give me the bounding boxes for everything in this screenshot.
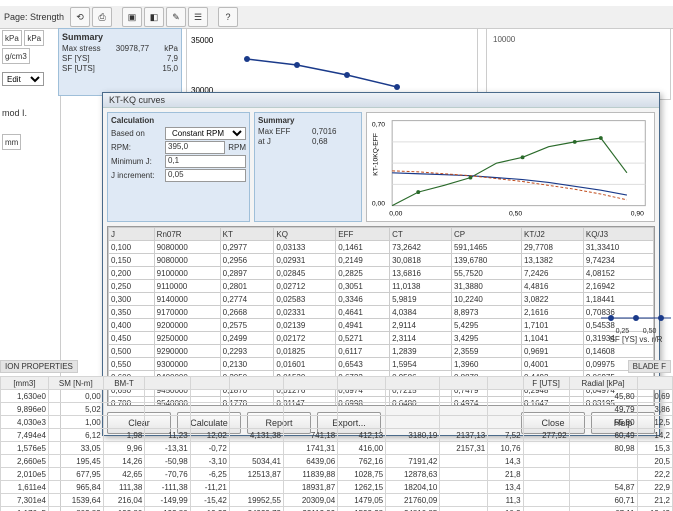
unit-selector-1[interactable]: kPa <box>2 30 22 46</box>
ktkq-chart: KT-10KQ-EFF 0,70 0,00 0,00 0,50 0,90 <box>366 112 655 222</box>
svg-text:KT-10KQ-EFF: KT-10KQ-EFF <box>373 133 380 176</box>
table-row[interactable]: 1,611e4965,84111,38-111,38-11,2118931,87… <box>1 481 673 494</box>
table-row[interactable]: 0,15090800000,29560,029310,214930,081813… <box>109 254 654 267</box>
table-header: Rn07R <box>154 228 220 241</box>
toolbar-button-6[interactable]: ☰ <box>188 7 208 27</box>
svg-text:0,90: 0,90 <box>631 210 644 217</box>
table-header: KQ <box>274 228 336 241</box>
rpm-input[interactable]: 395,0 <box>165 141 225 154</box>
table-row[interactable]: 0,40092000000,25750,021390,49412,91145,4… <box>109 319 654 332</box>
table-row[interactable]: 0,35091700000,26680,023310,46414,03848,8… <box>109 306 654 319</box>
table-row[interactable]: 0,25091100000,28010,027120,305111,013831… <box>109 280 654 293</box>
j-increment-input[interactable]: 0,05 <box>165 169 246 182</box>
table-header: KT/J2 <box>521 228 583 241</box>
svg-text:35000: 35000 <box>191 36 214 45</box>
table-row[interactable]: 1,576e533,059,96-13,31-0,721741,31416,00… <box>1 442 673 455</box>
unit-selector-3[interactable]: g/cm3 <box>2 48 30 64</box>
blade-header: BLADE F <box>628 360 671 373</box>
table-row[interactable]: 0,50092900000,22930,018250,61171,28392,3… <box>109 345 654 358</box>
table-row[interactable]: 4,030e31,0055,8012,5 <box>1 416 673 429</box>
page-label: Page: Strength <box>4 12 64 22</box>
table-row[interactable]: 2,010e5677,9542,65-70,76-6,2512513,87118… <box>1 468 673 481</box>
summary-title: Summary <box>62 32 178 42</box>
calculation-panel: Calculation Based onConstant RPM RPM:395… <box>107 112 250 222</box>
based-on-select[interactable]: Constant RPM <box>165 127 246 140</box>
summary-panel: Summary Max stress30978,77kPa SF [YS]7,9… <box>58 28 182 96</box>
toolbar-button-5[interactable]: ✎ <box>166 7 186 27</box>
table-row[interactable]: 7,494e46,121,9811,2312,024,131,38741,184… <box>1 429 673 442</box>
toolbar-button-3[interactable]: ▣ <box>122 7 142 27</box>
svg-text:0,00: 0,00 <box>372 201 385 208</box>
table-row[interactable]: 1,176e5802,82193,80-193,80-19,2224939,73… <box>1 507 673 511</box>
stress-chart: 35000 30000 <box>186 28 478 100</box>
table-row[interactable]: 0,55093000000,21300,016010,65431,59541,3… <box>109 358 654 371</box>
table-row[interactable]: 7,301e41539,64216,04-149,99-15,4219952,5… <box>1 494 673 507</box>
table-header: KQ/J3 <box>583 228 653 241</box>
secondary-chart: 10000 <box>486 28 671 100</box>
table-row[interactable]: 0,10090800000,29770,031330,146173,264259… <box>109 241 654 254</box>
edit-mode-select[interactable]: Edit <box>2 72 44 86</box>
table-row[interactable]: 0,30091400000,27740,025830,33465,981910,… <box>109 293 654 306</box>
toolbar-button-2[interactable]: ⎙ <box>92 7 112 27</box>
svg-text:0,00: 0,00 <box>389 210 402 217</box>
table-row[interactable]: 1,630e00,0045,800,69 <box>1 390 673 403</box>
main-toolbar: Page: Strength ⟲ ⎙ ▣ ◧ ✎ ☰ ? <box>0 6 673 29</box>
toolbar-help-button[interactable]: ? <box>218 7 238 27</box>
table-header: CP <box>451 228 521 241</box>
dialog-summary-panel: Summary Max EFF0,7016 at J0,68 <box>254 112 362 222</box>
table-row[interactable]: 2,660e5195,4514,26-50,98-3,105034,416439… <box>1 455 673 468</box>
table-row[interactable]: 9,896e05,0249,793,86 <box>1 403 673 416</box>
table-header: CT <box>390 228 452 241</box>
dialog-title: KT-KQ curves <box>103 93 659 108</box>
table-row[interactable]: 0,20091000000,28970,028450,282513,681655… <box>109 267 654 280</box>
svg-text:0,70: 0,70 <box>372 121 385 128</box>
unit-selector-4[interactable]: mm <box>2 134 21 150</box>
table-header: KT <box>220 228 274 241</box>
unit-selector-2[interactable]: kPa <box>24 30 44 46</box>
sf-axis-label: 0,25 0,50 SF [YS] vs. r/R <box>601 310 671 344</box>
table-header: EFF <box>336 228 390 241</box>
toolbar-button-4[interactable]: ◧ <box>144 7 164 27</box>
toolbar-button-1[interactable]: ⟲ <box>70 7 90 27</box>
section-properties-header: ION PROPERTIES <box>0 360 78 373</box>
table-header: J <box>109 228 155 241</box>
svg-text:0,50: 0,50 <box>509 210 522 217</box>
min-j-input[interactable]: 0,1 <box>165 155 246 168</box>
properties-table[interactable]: [mm3]SM [N-m]BM-TF [UTS]Radial [kPa]1,63… <box>0 376 673 511</box>
table-row[interactable]: 0,45092500000,24990,021720,52712,31143,4… <box>109 332 654 345</box>
